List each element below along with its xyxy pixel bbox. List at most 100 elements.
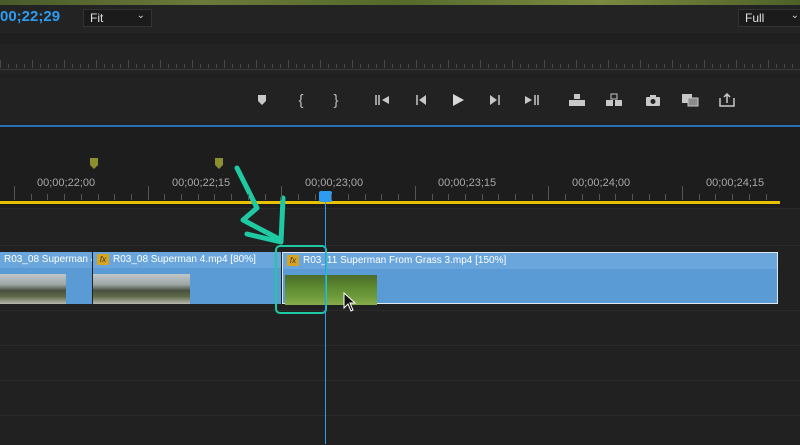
monitor-ruler-tick [8, 64, 9, 68]
monitor-ruler-tick [384, 60, 385, 68]
monitor-ruler-tick [248, 64, 249, 68]
work-area-bar[interactable] [0, 201, 780, 204]
monitor-ruler-tick [480, 60, 481, 68]
monitor-ruler-tick [464, 64, 465, 68]
timeline-ruler-tick [548, 186, 550, 200]
clip-label: fx R03_08 Superman 4.mp4 [80%] [93, 252, 281, 268]
monitor-ruler-tick [320, 60, 321, 68]
comparison-view-button[interactable] [680, 90, 700, 110]
monitor-ruler-tick [568, 64, 569, 68]
monitor-ruler-tick [616, 64, 617, 68]
mark-in-button[interactable]: { [291, 90, 311, 110]
monitor-ruler-tick [40, 64, 41, 68]
export-frame-button[interactable] [643, 90, 663, 110]
lift-icon [569, 94, 585, 106]
play-icon [452, 94, 464, 106]
timeline-ruler-tick [247, 194, 249, 200]
timeline-ruler[interactable] [0, 127, 800, 207]
timeline-ruler-tick [498, 194, 500, 200]
monitor-ruler-tick [472, 64, 473, 68]
timeline-ruler-tick [331, 194, 333, 200]
monitor-ruler-tick [584, 64, 585, 68]
monitor-ruler-tick [712, 64, 713, 68]
monitor-ruler-tick [16, 64, 17, 68]
monitor-ruler-tick [448, 60, 449, 68]
timeline-ruler-tick [364, 194, 366, 200]
monitor-ruler-tick [112, 64, 113, 68]
step-forward-button[interactable] [485, 90, 505, 110]
monitor-ruler-tick [160, 60, 161, 68]
monitor-ruler-tick [432, 64, 433, 68]
monitor-ruler-tick [336, 64, 337, 68]
monitor-ruler-tick [512, 60, 513, 68]
extract-button[interactable] [604, 90, 624, 110]
step-forward-icon [490, 95, 500, 105]
zoom-level-dropdown[interactable]: Fit ⌄ [83, 9, 152, 27]
playhead-handle[interactable] [319, 191, 332, 202]
monitor-ruler-tick [752, 64, 753, 68]
monitor-ruler-tick [456, 64, 457, 68]
monitor-ruler-tick [88, 64, 89, 68]
timeline-ruler-tick [147, 186, 149, 200]
playback-resolution-value: Full [745, 11, 765, 25]
timeline-marker[interactable] [215, 158, 223, 169]
timeline-ruler-tick [565, 194, 567, 200]
playhead-timecode[interactable]: 00;22;29 [0, 8, 60, 25]
timeline-marker[interactable] [90, 158, 98, 169]
monitor-ruler-tick [168, 64, 169, 68]
ruler-tick-label: 00;00;22;00 [37, 177, 96, 189]
audio-track-a4[interactable] [0, 415, 800, 445]
mark-out-button[interactable]: } [326, 90, 346, 110]
chevron-down-icon: ⌄ [136, 10, 145, 21]
fx-badge-icon[interactable]: fx [97, 253, 109, 265]
timeline-ruler-tick [381, 194, 383, 200]
monitor-ruler-tick [136, 64, 137, 68]
clip-name: R03_08 Superman 4.mp4 [80%] [113, 254, 256, 265]
step-back-button[interactable] [411, 90, 431, 110]
audio-track-a3[interactable] [0, 380, 800, 415]
extract-icon [606, 93, 622, 106]
go-to-in-button[interactable] [373, 90, 393, 110]
monitor-ruler-tick [664, 64, 665, 68]
monitor-ruler-tick [520, 64, 521, 68]
timeline-ruler-tick [481, 194, 483, 200]
timeline-ruler-tick [431, 194, 433, 200]
timeline-ruler-tick [414, 186, 416, 200]
timeline-ruler-tick [515, 194, 516, 200]
video-clip[interactable]: fx R03_08 Superman 4.mp4 [80%] [93, 252, 281, 304]
monitor-ruler-tick [376, 64, 377, 68]
video-clip[interactable]: R03_08 Superman 4. [0, 252, 92, 304]
timeline-ruler-tick [615, 194, 617, 200]
monitor-ruler-tick [288, 60, 289, 68]
lift-button[interactable] [567, 90, 587, 110]
annotation-arrow-icon [234, 165, 286, 245]
video-track-v2[interactable] [0, 208, 800, 245]
monitor-ruler-tick [728, 64, 729, 68]
playhead-line[interactable] [325, 195, 326, 444]
monitor-ruler-tick [696, 64, 697, 68]
monitor-ruler-tick [560, 64, 561, 68]
timeline-ruler-tick [314, 194, 316, 200]
monitor-ruler-tick [760, 64, 761, 68]
audio-track-a1[interactable] [0, 310, 800, 345]
monitor-ruler-tick [280, 64, 281, 68]
go-to-out-button[interactable] [521, 90, 541, 110]
add-marker-button[interactable] [252, 90, 272, 110]
audio-track-a2[interactable] [0, 345, 800, 380]
clip-thumbnail [0, 274, 66, 304]
timeline-ruler-tick [264, 194, 266, 200]
play-button[interactable] [448, 90, 468, 110]
monitor-ruler-tick [544, 60, 545, 68]
playback-resolution-dropdown[interactable]: Full ⌄ [738, 9, 800, 27]
monitor-ruler-tick [688, 64, 689, 68]
monitor-ruler-tick [504, 64, 505, 68]
go-to-out-icon [525, 95, 539, 105]
timeline-ruler-tick [448, 194, 450, 200]
monitor-ruler-tick [72, 64, 73, 68]
monitor-ruler-tick [232, 64, 233, 68]
clip-name: R03_08 Superman 4. [4, 254, 92, 265]
monitor-ruler-baseline [0, 69, 800, 70]
timeline-ruler-tick [114, 194, 116, 200]
timeline-ruler-tick [30, 194, 32, 200]
share-button[interactable] [717, 90, 737, 110]
